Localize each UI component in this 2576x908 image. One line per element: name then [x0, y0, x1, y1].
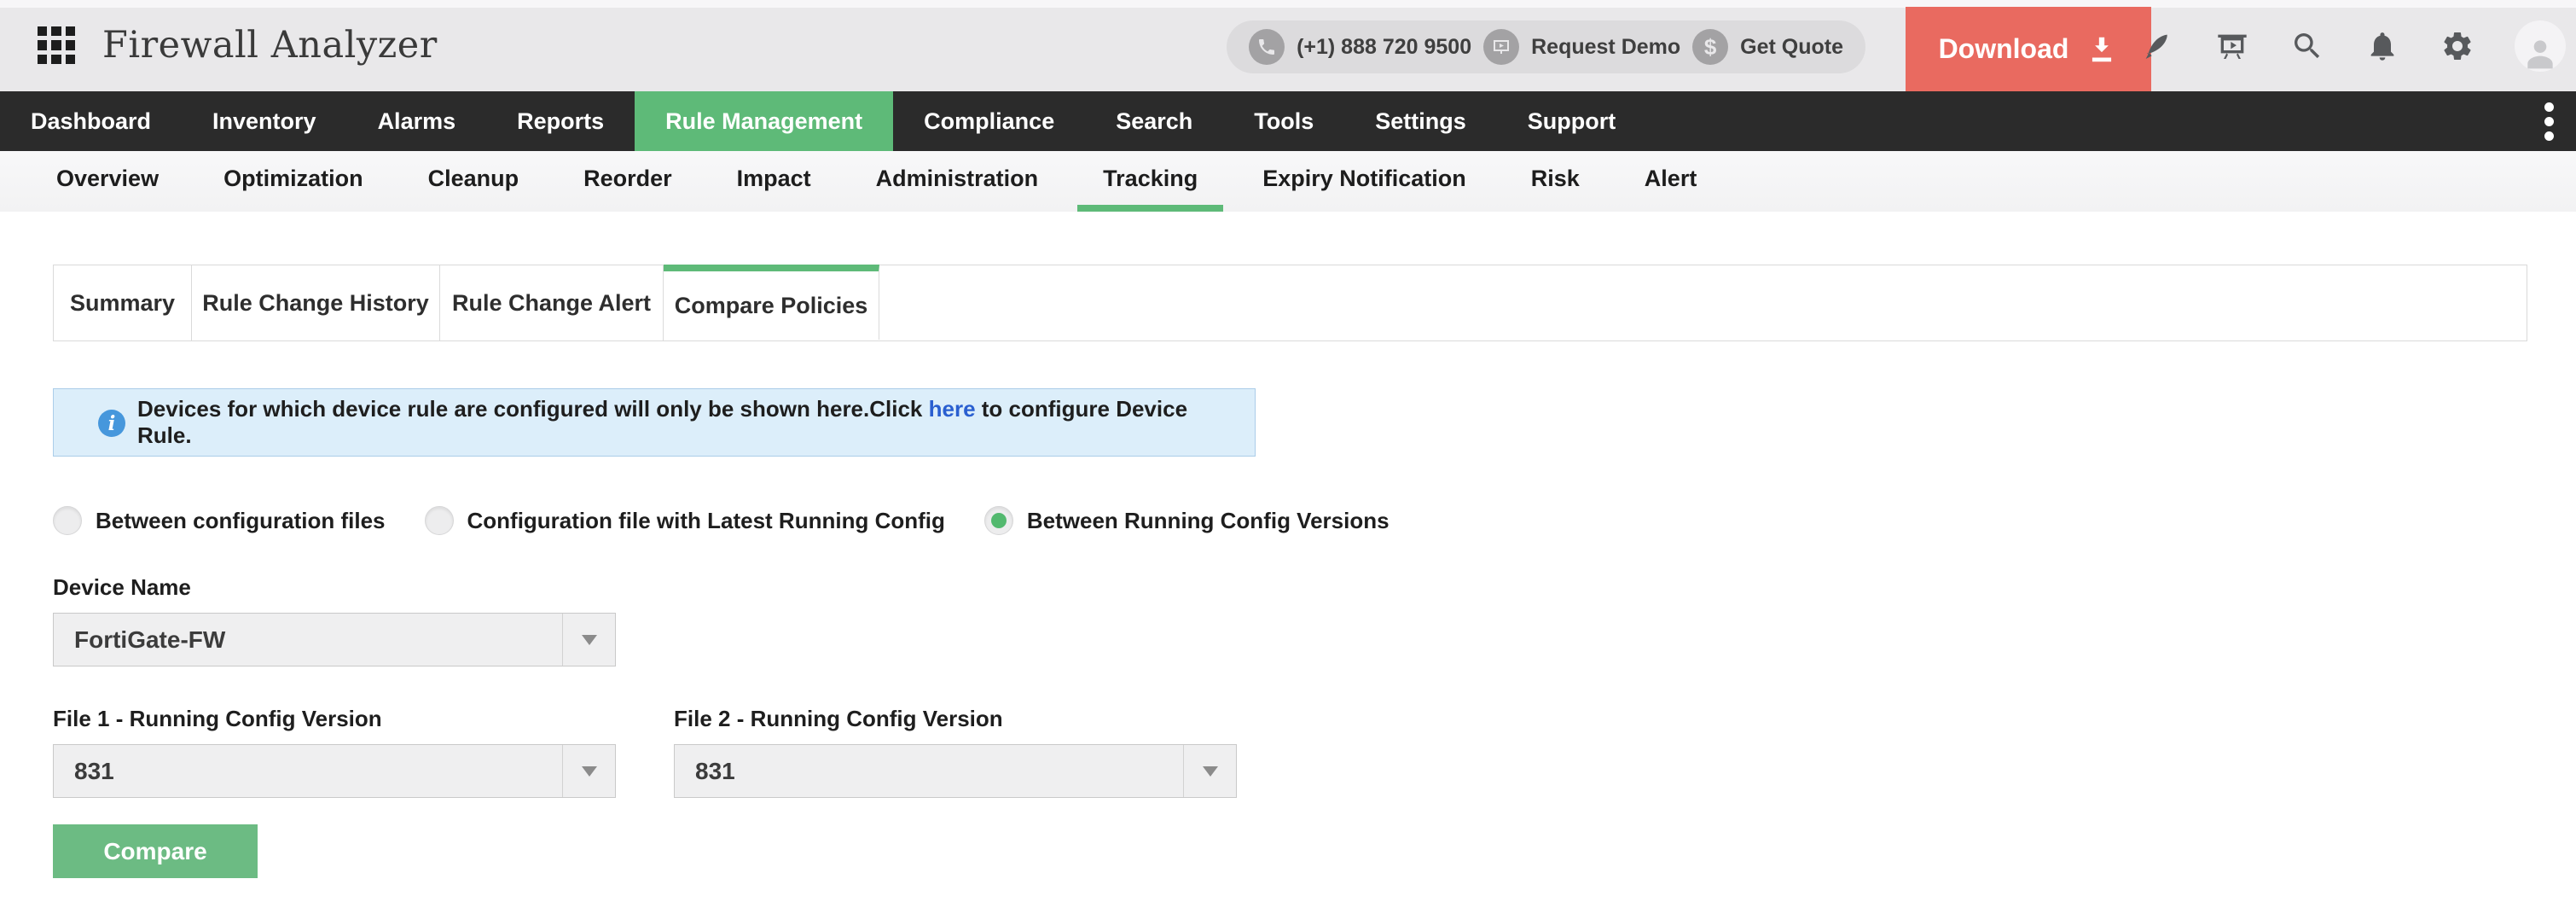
- banner-text-before: Devices for which device rule are config…: [137, 396, 929, 422]
- nav-item-settings[interactable]: Settings: [1344, 91, 1497, 151]
- file2-label: File 2 - Running Config Version: [674, 706, 1237, 732]
- radio-label: Configuration file with Latest Running C…: [467, 508, 945, 534]
- nav-item-dashboard[interactable]: Dashboard: [0, 91, 182, 151]
- chevron-down-icon[interactable]: [562, 614, 615, 666]
- radio-label: Between configuration files: [96, 508, 386, 534]
- request-demo-link[interactable]: Request Demo: [1531, 35, 1680, 60]
- search-icon[interactable]: [2289, 28, 2325, 64]
- radio-config-file-with-latest-running-config[interactable]: Configuration file with Latest Running C…: [425, 506, 945, 535]
- download-button-label: Download: [1939, 33, 2069, 65]
- top-header: Firewall Analyzer (+1) 888 720 9500 Requ…: [0, 0, 2576, 91]
- contact-pill: (+1) 888 720 9500 Request Demo $ Get Quo…: [1227, 20, 1865, 73]
- subnav-item-alert[interactable]: Alert: [1612, 151, 1730, 212]
- demo-video-icon[interactable]: [2214, 28, 2250, 64]
- device-name-label: Device Name: [53, 574, 2576, 601]
- main-nav: Dashboard Inventory Alarms Reports Rule …: [0, 91, 2576, 151]
- radio-button-icon[interactable]: [53, 506, 82, 535]
- subnav-item-reorder[interactable]: Reorder: [551, 151, 705, 212]
- file1-version-select[interactable]: 831: [53, 744, 616, 798]
- radio-label: Between Running Config Versions: [1027, 508, 1390, 534]
- tab-rule-change-history[interactable]: Rule Change History: [192, 265, 440, 340]
- nav-item-inventory[interactable]: Inventory: [182, 91, 347, 151]
- banner-text: Devices for which device rule are config…: [137, 396, 1246, 449]
- brand: Firewall Analyzer: [38, 24, 438, 67]
- bell-icon[interactable]: [2364, 28, 2400, 64]
- chevron-down-icon[interactable]: [562, 745, 615, 797]
- phone-number[interactable]: (+1) 888 720 9500: [1297, 35, 1471, 60]
- compare-button[interactable]: Compare: [53, 824, 258, 878]
- file1-version-value: 831: [54, 758, 562, 785]
- subnav-item-optimization[interactable]: Optimization: [191, 151, 396, 212]
- info-icon: i: [98, 410, 125, 437]
- tab-rule-change-alert[interactable]: Rule Change Alert: [440, 265, 664, 340]
- radio-button-icon[interactable]: [984, 506, 1013, 535]
- kebab-menu-icon[interactable]: [2544, 91, 2554, 151]
- tab-bar: Summary Rule Change History Rule Change …: [53, 265, 2527, 341]
- subnav-item-administration[interactable]: Administration: [844, 151, 1071, 212]
- get-quote-link[interactable]: Get Quote: [1740, 35, 1843, 60]
- nav-item-support[interactable]: Support: [1497, 91, 1646, 151]
- tab-summary[interactable]: Summary: [54, 265, 192, 340]
- download-icon: [2086, 33, 2118, 66]
- subnav-item-tracking[interactable]: Tracking: [1070, 151, 1230, 212]
- request-demo-icon: [1483, 29, 1519, 65]
- chevron-down-icon[interactable]: [1183, 745, 1236, 797]
- subnav-item-overview[interactable]: Overview: [24, 151, 191, 212]
- rocket-icon[interactable]: [2139, 28, 2175, 64]
- apps-grid-icon[interactable]: [38, 26, 75, 64]
- header-icon-row: [2139, 0, 2566, 91]
- phone-icon: [1249, 29, 1285, 65]
- tab-compare-policies[interactable]: Compare Policies: [664, 265, 879, 340]
- info-banner: i Devices for which device rule are conf…: [53, 388, 1256, 457]
- content-area: Summary Rule Change History Rule Change …: [0, 265, 2576, 878]
- radio-between-running-config-versions[interactable]: Between Running Config Versions: [984, 506, 1390, 535]
- subnav-item-impact[interactable]: Impact: [705, 151, 844, 212]
- subnav-item-risk[interactable]: Risk: [1499, 151, 1612, 212]
- device-name-select[interactable]: FortiGate-FW: [53, 613, 616, 666]
- file2-version-value: 831: [675, 758, 1183, 785]
- nav-item-search[interactable]: Search: [1085, 91, 1223, 151]
- nav-item-reports[interactable]: Reports: [486, 91, 635, 151]
- subnav-item-cleanup[interactable]: Cleanup: [396, 151, 552, 212]
- sub-nav: Overview Optimization Cleanup Reorder Im…: [0, 151, 2576, 212]
- download-button[interactable]: Download: [1906, 7, 2151, 91]
- nav-item-rule-management[interactable]: Rule Management: [635, 91, 893, 151]
- file1-label: File 1 - Running Config Version: [53, 706, 616, 732]
- user-avatar[interactable]: [2515, 20, 2566, 72]
- get-quote-icon: $: [1692, 29, 1728, 65]
- radio-between-configuration-files[interactable]: Between configuration files: [53, 506, 386, 535]
- compare-mode-radios: Between configuration files Configuratio…: [53, 506, 2576, 535]
- file-version-row: File 1 - Running Config Version 831 File…: [53, 666, 2576, 798]
- subnav-item-expiry-notification[interactable]: Expiry Notification: [1230, 151, 1499, 212]
- app-title: Firewall Analyzer: [102, 24, 438, 67]
- configure-device-rule-link[interactable]: here: [929, 396, 976, 422]
- file2-version-select[interactable]: 831: [674, 744, 1237, 798]
- nav-item-tools[interactable]: Tools: [1223, 91, 1344, 151]
- nav-item-compliance[interactable]: Compliance: [893, 91, 1085, 151]
- radio-button-icon[interactable]: [425, 506, 454, 535]
- device-name-value: FortiGate-FW: [54, 626, 562, 654]
- nav-item-alarms[interactable]: Alarms: [347, 91, 487, 151]
- gear-icon[interactable]: [2440, 28, 2475, 64]
